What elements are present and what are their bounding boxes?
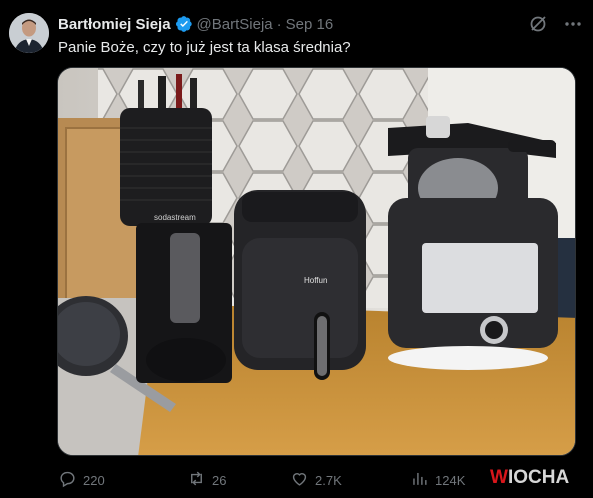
tweet-header: Bartłomiej Sieja @BartSieja · Sep 16 [58, 14, 333, 34]
repost-count: 26 [212, 472, 227, 488]
watermark-logo: W IOCHA [490, 464, 569, 492]
svg-text:sodastream: sodastream [154, 213, 196, 222]
repost-icon [187, 469, 206, 491]
tweet-photo[interactable]: sodastream Hoffun [57, 67, 576, 456]
views-button[interactable]: 124K [410, 468, 465, 492]
views-count: 124K [435, 472, 466, 488]
tweet-card[interactable]: Bartłomiej Sieja @BartSieja · Sep 16 Pan… [0, 0, 593, 498]
separator-dot: · [276, 15, 282, 33]
kitchen-photo: sodastream Hoffun [58, 68, 575, 455]
views-icon [410, 469, 429, 491]
watermark-first-letter: W [490, 467, 508, 488]
reply-count: 220 [83, 472, 105, 488]
avatar[interactable] [9, 13, 49, 53]
reply-button[interactable]: 220 [58, 468, 105, 492]
author-handle[interactable]: @BartSieja [197, 16, 273, 33]
verified-badge-icon[interactable] [175, 15, 193, 33]
author-display-name[interactable]: Bartłomiej Sieja [58, 16, 171, 33]
svg-text:Hoffun: Hoffun [304, 276, 327, 285]
like-count: 2.7K [315, 472, 342, 488]
like-button[interactable]: 2.7K [290, 468, 342, 492]
like-icon [290, 469, 309, 491]
tweet-text: Panie Boże, czy to już jest ta klasa śre… [58, 39, 351, 56]
watermark-rest: IOCHA [507, 467, 570, 488]
reply-icon [58, 469, 77, 491]
grok-icon[interactable] [528, 14, 548, 34]
tweet-date[interactable]: Sep 16 [286, 16, 334, 33]
more-icon[interactable] [563, 14, 583, 34]
repost-button[interactable]: 26 [187, 468, 226, 492]
